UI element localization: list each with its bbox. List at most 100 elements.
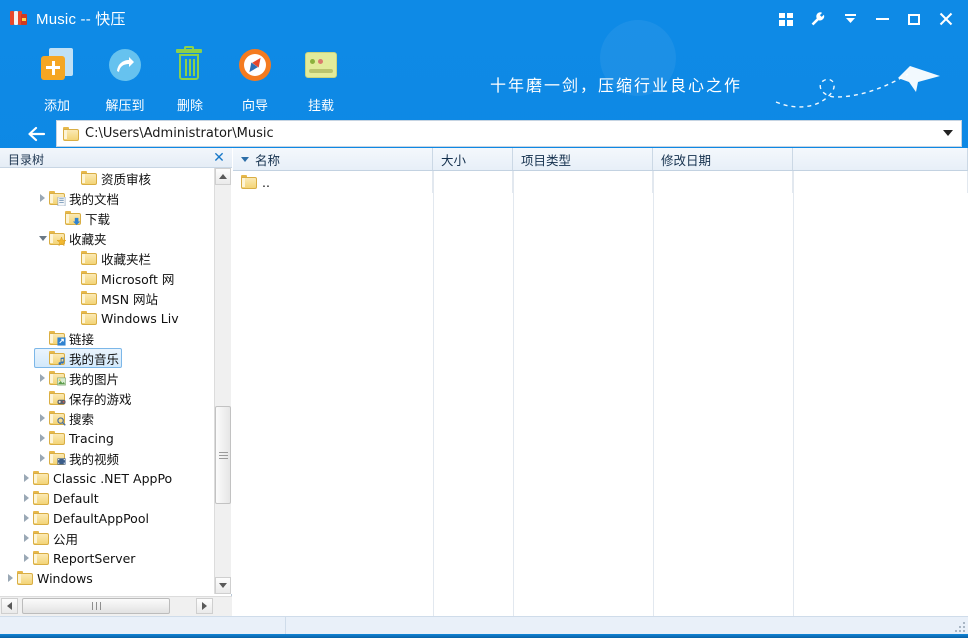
- folder-icon: [81, 251, 97, 265]
- toolbar-button-mount[interactable]: 挂载: [284, 42, 358, 116]
- grid-view-icon[interactable]: [770, 6, 802, 32]
- folder-icon: [81, 311, 97, 325]
- extract-to-icon: [105, 46, 145, 88]
- tree-node-label: 下载: [85, 209, 110, 228]
- tree-node-17[interactable]: DefaultAppPool: [0, 508, 232, 528]
- tree-node-label: Microsoft 网: [101, 269, 174, 288]
- toolbar-button-delete[interactable]: 删除: [153, 42, 227, 116]
- column-divider: [653, 171, 654, 616]
- tree-node-16[interactable]: Default: [0, 488, 232, 508]
- delete-icon: [170, 46, 210, 88]
- folder-icon: [49, 391, 65, 405]
- expand-collapse-chevron-icon[interactable]: [20, 508, 33, 528]
- scroll-up-button[interactable]: [215, 168, 231, 185]
- expand-collapse-chevron-icon[interactable]: [36, 448, 49, 468]
- expand-collapse-chevron-icon[interactable]: [20, 528, 33, 548]
- tree-node-9[interactable]: 我的音乐: [0, 348, 232, 368]
- toolbar-button-add[interactable]: 添加: [20, 42, 94, 116]
- expand-collapse-chevron-icon[interactable]: [4, 568, 17, 588]
- column-header-label: 大小: [441, 150, 466, 169]
- column-header-项目类型[interactable]: 项目类型: [513, 148, 653, 170]
- column-header-blank[interactable]: [793, 148, 968, 170]
- tree-node-label: 我的视频: [69, 449, 119, 468]
- window-title: Music -- 快压: [36, 8, 126, 29]
- chevron-down-icon[interactable]: [943, 130, 953, 136]
- column-header-修改日期[interactable]: 修改日期: [653, 148, 793, 170]
- folder-icon: [33, 531, 49, 545]
- scroll-thumb-vertical[interactable]: [215, 406, 231, 504]
- tree-node-3[interactable]: 收藏夹: [0, 228, 232, 248]
- tree-node-10[interactable]: 我的图片: [0, 368, 232, 388]
- tree-node-8[interactable]: 链接: [0, 328, 232, 348]
- window-controls: [770, 6, 962, 32]
- address-input[interactable]: C:\Users\Administrator\Music: [56, 120, 962, 147]
- tree-node-20[interactable]: Windows: [0, 568, 232, 588]
- file-list-rows[interactable]: ..: [233, 171, 968, 616]
- folder-icon: [49, 191, 65, 205]
- tree-node-12[interactable]: 搜索: [0, 408, 232, 428]
- toolbar-label-extract-to: 解压到: [88, 95, 162, 114]
- folder-icon: [49, 431, 65, 445]
- folder-icon: [33, 471, 49, 485]
- tree-node-label: 我的图片: [69, 369, 119, 388]
- close-icon[interactable]: [930, 6, 962, 32]
- tree-node-19[interactable]: ReportServer: [0, 548, 232, 568]
- tree-node-4[interactable]: 收藏夹栏: [0, 248, 232, 268]
- scroll-down-button[interactable]: [215, 577, 231, 594]
- settings-wrench-icon[interactable]: [802, 6, 834, 32]
- scroll-left-button[interactable]: [1, 598, 18, 614]
- status-bar-separator: [285, 617, 286, 634]
- file-list-header: 名称大小 项目类型修改日期: [233, 148, 968, 171]
- expand-collapse-chevron-icon[interactable]: [20, 488, 33, 508]
- back-button[interactable]: [24, 123, 50, 145]
- tree-node-1[interactable]: 我的文档: [0, 188, 232, 208]
- folder-icon: [81, 171, 97, 185]
- scroll-right-button[interactable]: [196, 598, 213, 614]
- expand-collapse-chevron-icon[interactable]: [36, 428, 49, 448]
- expand-collapse-chevron-icon[interactable]: [36, 228, 49, 248]
- title-bar: Music -- 快压: [0, 0, 968, 36]
- toolbar-button-wizard[interactable]: 向导: [218, 42, 292, 116]
- tree-node-18[interactable]: 公用: [0, 528, 232, 548]
- folder-icon: [33, 551, 49, 565]
- address-bar: C:\Users\Administrator\Music: [0, 120, 968, 148]
- column-header-大小[interactable]: 大小: [433, 148, 513, 170]
- column-divider: [513, 171, 514, 616]
- resize-grip-icon[interactable]: [953, 620, 965, 632]
- tree-node-15[interactable]: Classic .NET AppPo: [0, 468, 232, 488]
- tree-node-6[interactable]: MSN 网站: [0, 288, 232, 308]
- expand-collapse-chevron-icon[interactable]: [20, 548, 33, 568]
- tree-node-label: Windows Liv: [101, 311, 179, 326]
- tree-horizontal-scrollbar[interactable]: [0, 596, 232, 616]
- expand-collapse-chevron-icon[interactable]: [36, 188, 49, 208]
- scroll-thumb-horizontal[interactable]: [22, 598, 170, 614]
- tree-node-7[interactable]: Windows Liv: [0, 308, 232, 328]
- column-header-名称[interactable]: 名称: [233, 148, 433, 170]
- tree-node-11[interactable]: 保存的游戏: [0, 388, 232, 408]
- tree-node-list[interactable]: 资质审核我的文档下载收藏夹收藏夹栏Microsoft 网MSN 网站 Window…: [0, 168, 232, 594]
- expand-collapse-chevron-icon[interactable]: [36, 408, 49, 428]
- minimize-icon[interactable]: [866, 6, 898, 32]
- toolbar-button-extract-to[interactable]: 解压到: [88, 42, 162, 116]
- tree-panel-close-icon[interactable]: ✕: [212, 150, 226, 164]
- tree-node-label: 收藏夹栏: [101, 249, 151, 268]
- expand-collapse-chevron-icon[interactable]: [36, 368, 49, 388]
- tree-vertical-scrollbar[interactable]: [214, 168, 231, 594]
- expand-collapse-chevron-icon[interactable]: [20, 468, 33, 488]
- toolbar-label-delete: 删除: [153, 95, 227, 114]
- tree-node-5[interactable]: Microsoft 网: [0, 268, 232, 288]
- tree-node-13[interactable]: Tracing: [0, 428, 232, 448]
- folder-icon: [81, 291, 97, 305]
- tree-node-spacer: [68, 288, 81, 308]
- tree-node-0[interactable]: 资质审核: [0, 168, 232, 188]
- tree-node-label: 收藏夹: [69, 229, 107, 248]
- tree-node-14[interactable]: 我的视频: [0, 448, 232, 468]
- tree-node-label: 资质审核: [101, 169, 151, 188]
- tree-node-label: 我的文档: [69, 189, 119, 208]
- tree-node-label: 搜索: [69, 409, 94, 428]
- table-row[interactable]: ..: [233, 171, 968, 193]
- folder-up-icon: [241, 175, 257, 189]
- tree-node-2[interactable]: 下载: [0, 208, 232, 228]
- menu-chevron-icon[interactable]: [834, 6, 866, 32]
- maximize-icon[interactable]: [898, 6, 930, 32]
